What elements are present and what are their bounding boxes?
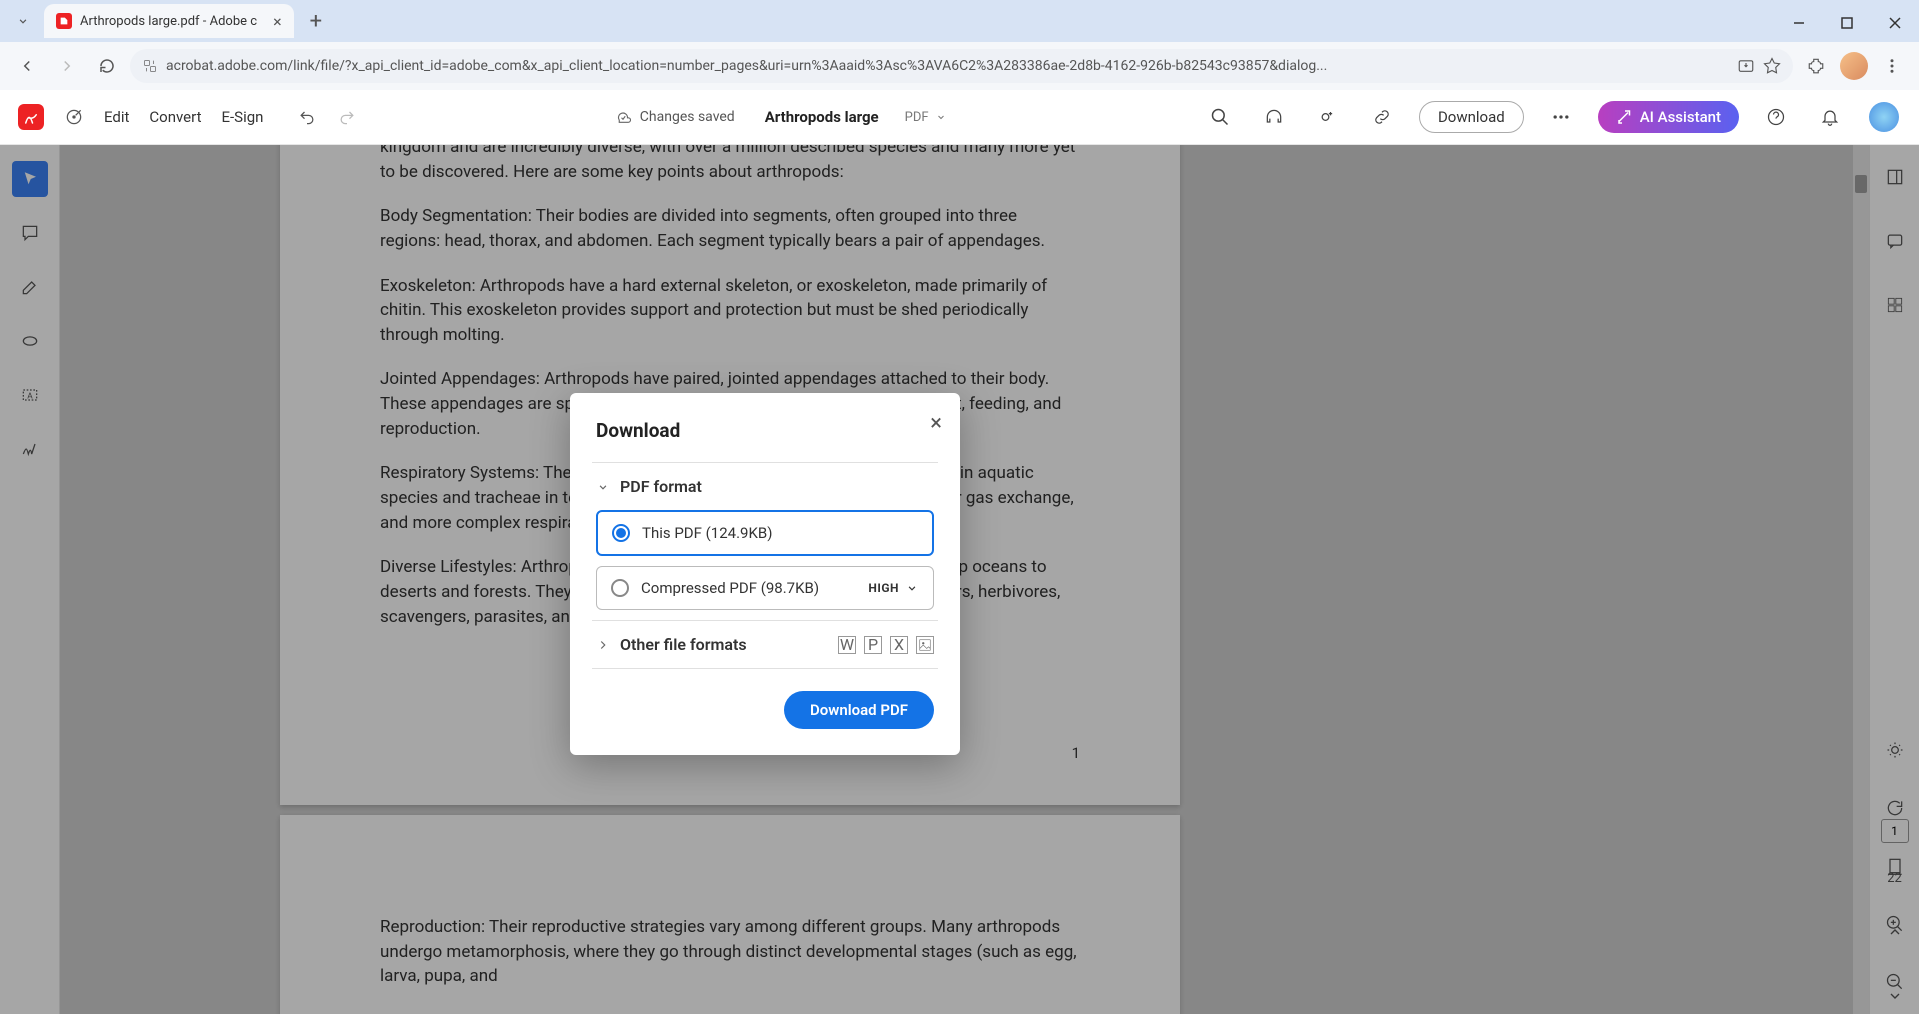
tab-title: Arthropods large.pdf - Adobe c <box>80 14 257 29</box>
bookmark-icon[interactable] <box>1763 57 1781 75</box>
browser-menu-icon[interactable] <box>1875 49 1909 83</box>
download-modal: Download × PDF format This PDF (124.9KB)… <box>570 393 960 755</box>
image-format-icon <box>916 636 934 654</box>
address-bar[interactable]: acrobat.adobe.com/link/file/?x_api_clien… <box>130 49 1793 83</box>
window-maximize-icon[interactable] <box>1823 4 1871 42</box>
divider <box>592 620 938 621</box>
forward-button[interactable] <box>50 49 84 83</box>
other-formats-label: Other file formats <box>620 635 747 654</box>
redo-button[interactable] <box>337 107 357 127</box>
divider <box>592 462 938 463</box>
reload-button[interactable] <box>90 49 124 83</box>
browser-tab[interactable]: Arthropods large.pdf - Adobe c × <box>44 4 294 38</box>
undo-button[interactable] <box>297 107 317 127</box>
compression-quality-select[interactable]: HIGH <box>868 581 919 595</box>
adobe-pdf-icon <box>56 13 72 29</box>
link-icon[interactable] <box>1365 100 1399 134</box>
document-title: Arthropods large <box>765 108 879 126</box>
modal-title: Download <box>596 419 934 442</box>
word-format-icon: W <box>838 636 856 654</box>
browser-tab-strip: Arthropods large.pdf - Adobe c × + <box>0 0 1919 42</box>
share-icon[interactable] <box>1311 100 1345 134</box>
chevron-down-icon <box>905 581 919 595</box>
powerpoint-format-icon: P <box>864 636 882 654</box>
pdf-format-label: PDF format <box>620 477 702 496</box>
document-type-label: PDF <box>905 110 929 125</box>
site-info-icon[interactable] <box>142 58 158 74</box>
headphones-icon[interactable] <box>1257 100 1291 134</box>
bell-icon[interactable] <box>1813 100 1847 134</box>
save-status: Changes saved <box>614 108 735 126</box>
option-compressed-label: Compressed PDF (98.7KB) <box>641 579 819 597</box>
url-text: acrobat.adobe.com/link/file/?x_api_clien… <box>166 58 1729 74</box>
modal-close-button[interactable]: × <box>930 411 942 436</box>
download-pdf-button[interactable]: Download PDF <box>784 691 934 729</box>
option-compressed-pdf[interactable]: Compressed PDF (98.7KB) HIGH <box>596 566 934 610</box>
convert-menu[interactable]: Convert <box>149 108 201 126</box>
chevron-right-icon <box>596 638 610 652</box>
install-app-icon[interactable] <box>1737 57 1755 75</box>
new-tab-button[interactable]: + <box>304 9 328 34</box>
esign-menu[interactable]: E-Sign <box>222 108 264 126</box>
chevron-down-icon[interactable] <box>935 111 947 123</box>
user-avatar[interactable] <box>1867 100 1901 134</box>
save-status-text: Changes saved <box>640 109 735 125</box>
nav-target-icon[interactable] <box>64 107 84 127</box>
edit-menu[interactable]: Edit <box>104 108 129 126</box>
search-icon[interactable] <box>1203 100 1237 134</box>
more-icon[interactable] <box>1544 100 1578 134</box>
radio-checked-icon <box>612 524 630 542</box>
chevron-down-icon <box>596 480 610 494</box>
ai-assistant-button[interactable]: AI Assistant <box>1598 101 1739 133</box>
other-formats-section-toggle[interactable]: Other file formats <box>596 635 747 654</box>
download-button[interactable]: Download <box>1419 101 1524 133</box>
option-this-pdf[interactable]: This PDF (124.9KB) <box>596 510 934 556</box>
help-icon[interactable] <box>1759 100 1793 134</box>
back-button[interactable] <box>10 49 44 83</box>
divider <box>592 668 938 669</box>
browser-address-row: acrobat.adobe.com/link/file/?x_api_clien… <box>0 42 1919 90</box>
excel-format-icon: X <box>890 636 908 654</box>
radio-unchecked-icon <box>611 579 629 597</box>
ai-assistant-label: AI Assistant <box>1640 108 1721 126</box>
window-close-icon[interactable] <box>1871 4 1919 42</box>
tab-close-icon[interactable]: × <box>273 12 282 31</box>
extensions-icon[interactable] <box>1799 49 1833 83</box>
tab-list-chevron[interactable] <box>8 14 38 28</box>
window-minimize-icon[interactable] <box>1775 4 1823 42</box>
option-this-pdf-label: This PDF (124.9KB) <box>642 524 772 542</box>
app-toolbar: Edit Convert E-Sign Changes saved Arthro… <box>0 90 1919 145</box>
pdf-format-section-toggle[interactable]: PDF format <box>596 477 934 496</box>
profile-avatar[interactable] <box>1837 49 1871 83</box>
acrobat-logo-icon[interactable] <box>18 104 44 130</box>
compression-quality-value: HIGH <box>868 581 899 595</box>
